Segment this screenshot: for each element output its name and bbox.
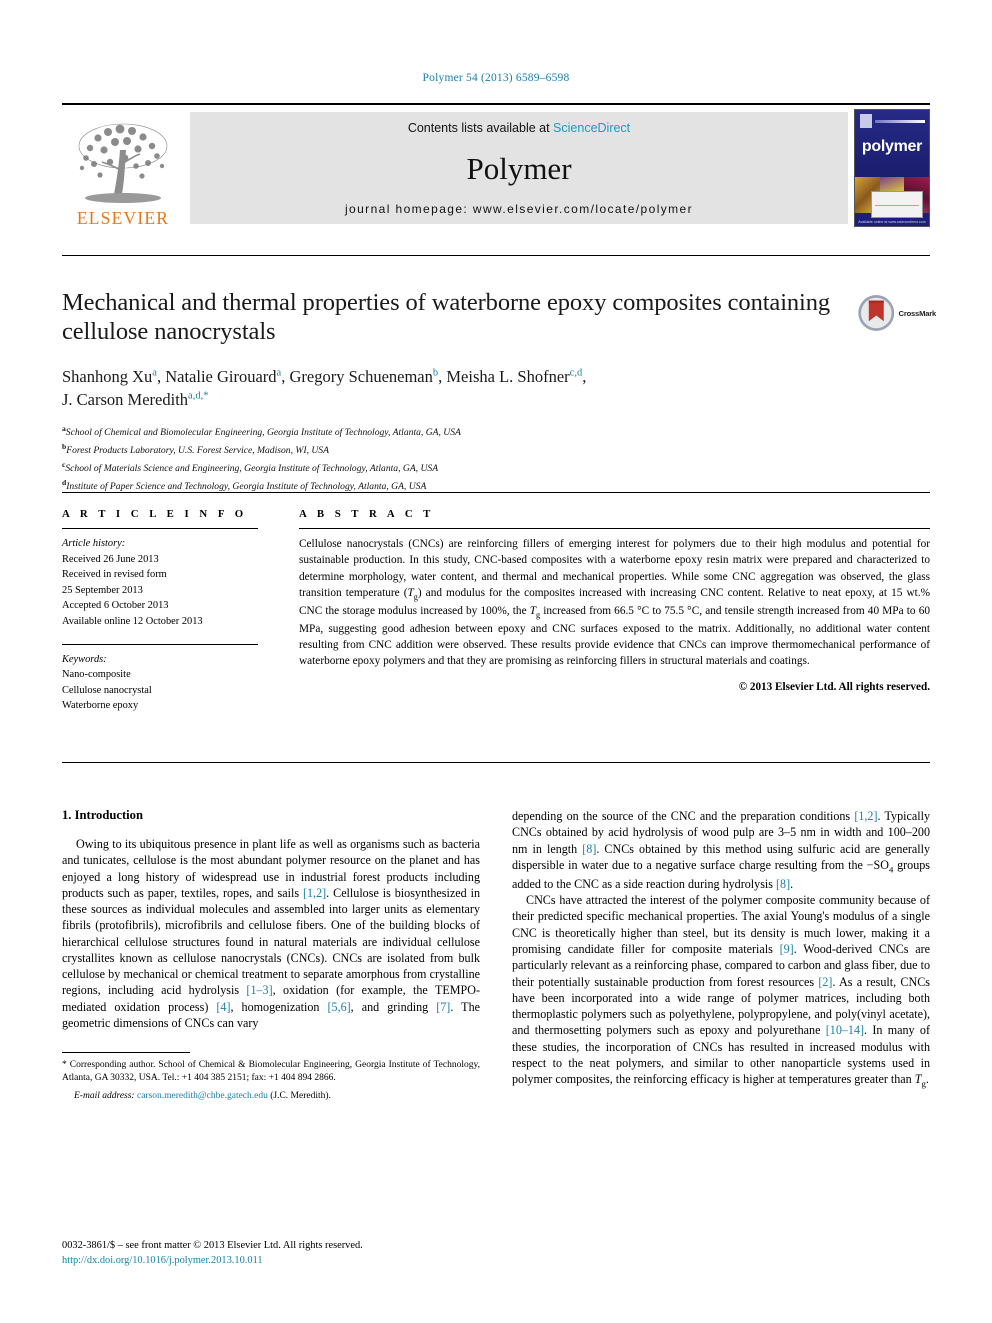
citation-ref[interactable]: [10–14]	[826, 1023, 864, 1037]
abstract-rule	[299, 528, 930, 529]
history-item: Received in revised form	[62, 569, 167, 581]
author-5-affil-mark: a,d,*	[188, 390, 209, 402]
corresponding-author-footnote: * Corresponding author. School of Chemic…	[62, 1059, 480, 1103]
footnote-email-line: E-mail address: carson.meredith@chbe.gat…	[62, 1090, 480, 1103]
journal-masthead: ELSEVIER Contents lists available at Sci…	[62, 103, 930, 227]
affiliations-list: aSchool of Chemical and Biomolecular Eng…	[62, 423, 852, 494]
title-block: Mechanical and thermal properties of wat…	[62, 288, 852, 494]
history-item: Accepted 6 October 2013	[62, 600, 169, 612]
author-4: , Meisha L. Shofner	[438, 366, 570, 386]
intro-paragraph-left: Owing to its ubiquitous presence in plan…	[62, 836, 480, 1031]
citation-ref[interactable]: [1–3]	[246, 983, 272, 997]
article-info-rule	[62, 528, 258, 529]
history-item: Received 26 June 2013	[62, 553, 159, 565]
article-history-block: Article history: Received 26 June 2013 R…	[62, 536, 258, 630]
author-3: , Gregory Schueneman	[281, 366, 433, 386]
crossmark-icon	[858, 295, 895, 331]
keyword-item: Cellulose nanocrystal	[62, 684, 152, 696]
abstract-bottom-rule	[62, 762, 930, 763]
masthead-bottom-rule	[62, 255, 930, 256]
intro-paragraph-right-cont: depending on the source of the CNC and t…	[512, 808, 930, 892]
citation-ref[interactable]: [8]	[776, 877, 790, 891]
journal-homepage-link[interactable]: journal homepage: www.elsevier.com/locat…	[345, 202, 693, 216]
citation-ref[interactable]: [9]	[780, 942, 794, 956]
section-heading-introduction: 1. Introduction	[62, 808, 143, 822]
abstract-copyright: © 2013 Elsevier Ltd. All rights reserved…	[738, 680, 930, 693]
affiliation-text: School of Materials Science and Engineer…	[65, 463, 439, 475]
paper-page: Polymer 54 (2013) 6589–6598 ELSEVIER Con…	[0, 0, 992, 1323]
affiliation-item: cSchool of Materials Science and Enginee…	[62, 459, 852, 477]
cover-inset-figure	[871, 191, 923, 218]
body-right-column: depending on the source of the CNC and t…	[512, 808, 930, 1090]
cover-title: polymer	[861, 138, 923, 155]
right-p1-e: .	[790, 876, 794, 891]
article-info-column: A R T I C L E I N F O Article history: R…	[62, 508, 258, 714]
issn-line: 0032-3861/$ – see front matter © 2013 El…	[62, 1240, 363, 1251]
citation-ref[interactable]: [4]	[216, 1000, 230, 1014]
journal-title: Polymer	[466, 151, 572, 186]
sciencedirect-link[interactable]: ScienceDirect	[553, 121, 630, 135]
author-1: Shanhong Xu	[62, 366, 153, 386]
elsevier-logo: ELSEVIER	[62, 109, 184, 227]
keywords-rule	[62, 643, 258, 645]
contents-prefix: Contents lists available at	[407, 121, 554, 135]
author-line1-end: ,	[582, 366, 587, 386]
crossmark-label: CrossMark	[898, 308, 937, 318]
author-list: Shanhong Xua, Natalie Girouarda, Gregory…	[62, 366, 852, 412]
footnote-text: Corresponding author. School of Chemical…	[62, 1060, 480, 1084]
abstract-heading: A B S T R A C T	[299, 508, 435, 520]
abstract-column: A B S T R A C T Cellulose nanocrystals (…	[299, 508, 930, 693]
abstract-top-rule	[62, 492, 930, 493]
crossmark-badge[interactable]: CrossMark	[858, 288, 936, 338]
left-p1-e: , and grinding	[350, 999, 437, 1014]
citation-ref[interactable]: [2]	[818, 975, 832, 989]
history-item: Available online 12 October 2013	[62, 616, 203, 628]
footnote-separator	[62, 1052, 190, 1054]
article-info-heading: A R T I C L E I N F O	[62, 508, 248, 520]
article-history-label: Article history:	[62, 538, 126, 549]
right-p1-a: depending on the source of the CNC and t…	[512, 809, 855, 823]
history-item: 25 September 2013	[62, 584, 143, 596]
elsevier-wordmark: ELSEVIER	[76, 207, 170, 228]
citation-ref[interactable]: [8]	[582, 842, 596, 856]
citation-ref[interactable]: [7]	[436, 1000, 450, 1014]
page-title: Mechanical and thermal properties of wat…	[62, 289, 831, 346]
email-suffix: (J.C. Meredith).	[267, 1090, 331, 1101]
doi-link[interactable]: http://dx.doi.org/10.1016/j.polymer.2013…	[62, 1253, 492, 1268]
elsevier-tree-icon	[78, 123, 168, 203]
intro-paragraph-right-2: CNCs have attracted the interest of the …	[512, 892, 930, 1090]
keyword-item: Nano-composite	[62, 669, 131, 681]
body-left-column: 1. Introduction Owing to its ubiquitous …	[62, 808, 480, 1103]
imprint-block: 0032-3861/$ – see front matter © 2013 El…	[62, 1238, 492, 1268]
cover-inset-plot	[875, 195, 919, 214]
keywords-block: Keywords: Nano-composite Cellulose nanoc…	[62, 652, 258, 714]
affiliation-item: bForest Products Laboratory, U.S. Forest…	[62, 441, 852, 459]
cover-badge-icon	[860, 114, 872, 128]
contents-available-line: Contents lists available at ScienceDirec…	[408, 121, 630, 135]
abstract-text: Cellulose nanocrystals (CNCs) are reinfo…	[299, 536, 930, 670]
masthead-center-panel: Contents lists available at ScienceDirec…	[190, 112, 848, 224]
affiliation-text: Forest Products Laboratory, U.S. Forest …	[66, 445, 329, 457]
cover-stripe	[875, 120, 925, 123]
affiliation-text: Institute of Paper Science and Technolog…	[66, 480, 427, 492]
author-2: , Natalie Girouard	[156, 366, 277, 386]
left-p1-b: . Cellulose is biosynthesized in these s…	[62, 885, 480, 998]
citation-ref[interactable]: [1,2]	[854, 809, 877, 823]
affiliation-text: School of Chemical and Biomolecular Engi…	[65, 427, 461, 439]
keyword-item: Waterborne epoxy	[62, 700, 139, 712]
citation-ref[interactable]: [5,6]	[328, 1000, 351, 1014]
author-4-affil-mark: c,d	[569, 367, 583, 379]
keywords-label: Keywords:	[62, 653, 107, 665]
right-p2-e: .	[925, 1072, 929, 1087]
running-head: Polymer 54 (2013) 6589–6598	[422, 72, 570, 84]
author-5: J. Carson Meredith	[62, 389, 189, 409]
email-label: E-mail address:	[74, 1090, 135, 1101]
email-link[interactable]: carson.meredith@chbe.gatech.edu	[137, 1091, 268, 1101]
cover-footer-text: Available online at www.sciencedirect.co…	[858, 220, 926, 224]
citation-ref[interactable]: [1,2]	[303, 886, 326, 900]
affiliation-item: aSchool of Chemical and Biomolecular Eng…	[62, 423, 852, 441]
left-p1-d: , homogenization	[230, 999, 328, 1014]
journal-cover-thumbnail: polymer Available online at www.scienced…	[854, 109, 930, 227]
